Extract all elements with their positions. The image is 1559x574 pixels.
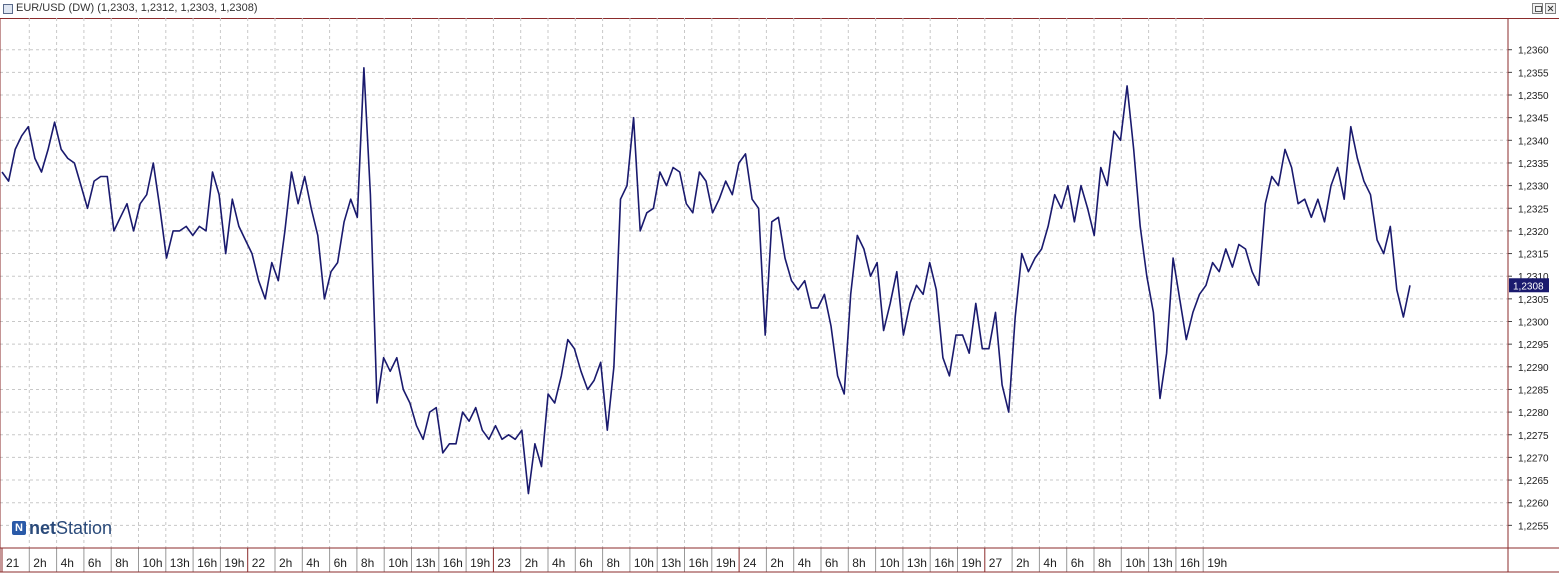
price-chart[interactable]: 1,2255 1,2260 1,2265 1,2270 1,2275 1,2280 1,22… <box>0 0 1559 574</box>
x-tick-label: 16h <box>689 556 709 570</box>
logo-text: netStation <box>29 518 112 539</box>
x-tick-label: 4h <box>798 556 811 570</box>
netstation-logo: N netStation <box>12 518 112 538</box>
y-tick-label: 1,2275 <box>1518 431 1549 442</box>
x-tick-label: 8h <box>115 556 128 570</box>
x-tick-label: 4h <box>552 556 565 570</box>
x-tick-label: 6h <box>334 556 347 570</box>
y-tick-label: 1,2335 <box>1518 159 1549 170</box>
y-tick-label: 1,2255 <box>1518 521 1549 532</box>
x-tick-label: 8h <box>361 556 374 570</box>
x-tick-label: 4h <box>1043 556 1056 570</box>
logo-station: Station <box>56 517 113 538</box>
x-tick-label: 4h <box>61 556 74 570</box>
x-tick-label: 10h <box>634 556 654 570</box>
y-tick-label: 1,2280 <box>1518 408 1549 419</box>
x-tick-label: 2h <box>33 556 46 570</box>
x-tick-label: 22 <box>252 556 266 570</box>
x-tick-label: 6h <box>88 556 101 570</box>
x-tick-label: 16h <box>934 556 954 570</box>
x-tick-label: 19h <box>470 556 490 570</box>
y-tick-label: 1,2305 <box>1518 295 1549 306</box>
chart-window: EUR/USD (DW) (1,2303, 1,2312, 1,2303, 1,… <box>0 0 1559 574</box>
x-tick-label: 23 <box>497 556 511 570</box>
x-tick-label: 19h <box>962 556 982 570</box>
logo-net: net <box>29 517 56 538</box>
x-tick-label: 13h <box>1153 556 1173 570</box>
x-tick-label: 2h <box>770 556 783 570</box>
y-tick-label: 1,2270 <box>1518 453 1549 464</box>
y-tick-label: 1,2360 <box>1518 46 1549 57</box>
x-tick-label: 16h <box>443 556 463 570</box>
x-tick-label: 13h <box>661 556 681 570</box>
x-tick-label: 21 <box>6 556 20 570</box>
x-tick-label: 19h <box>224 556 244 570</box>
x-tick-label: 6h <box>1071 556 1084 570</box>
y-tick-label: 1,2345 <box>1518 114 1549 125</box>
x-tick-label: 6h <box>825 556 838 570</box>
x-tick-label: 6h <box>579 556 592 570</box>
y-tick-label: 1,2295 <box>1518 340 1549 351</box>
x-tick-label: 13h <box>416 556 436 570</box>
x-tick-label: 2h <box>525 556 538 570</box>
y-tick-label: 1,2330 <box>1518 182 1549 193</box>
price-line <box>1 67 1411 495</box>
x-tick-label: 16h <box>197 556 217 570</box>
x-tick-label: 16h <box>1180 556 1200 570</box>
x-tick-label: 27 <box>989 556 1003 570</box>
y-tick-label: 1,2285 <box>1518 385 1549 396</box>
x-tick-label: 10h <box>388 556 408 570</box>
y-tick-label: 1,2300 <box>1518 318 1549 329</box>
x-tick-label: 19h <box>716 556 736 570</box>
x-tick-label: 4h <box>306 556 319 570</box>
y-tick-label: 1,2340 <box>1518 136 1549 147</box>
y-tick-label: 1,2350 <box>1518 91 1549 102</box>
current-price-label: 1,2308 <box>1513 281 1544 292</box>
y-tick-label: 1,2320 <box>1518 227 1549 238</box>
logo-icon: N <box>12 521 26 535</box>
x-tick-label: 2h <box>1016 556 1029 570</box>
x-tick-label: 13h <box>907 556 927 570</box>
x-tick-label: 8h <box>607 556 620 570</box>
y-tick-label: 1,2355 <box>1518 68 1549 79</box>
y-tick-label: 1,2325 <box>1518 204 1549 215</box>
y-tick-label: 1,2315 <box>1518 250 1549 261</box>
y-tick-label: 1,2290 <box>1518 363 1549 374</box>
y-tick-label: 1,2260 <box>1518 499 1549 510</box>
x-tick-label: 19h <box>1207 556 1227 570</box>
x-tick-label: 10h <box>880 556 900 570</box>
x-tick-label: 10h <box>143 556 163 570</box>
x-tick-label: 2h <box>279 556 292 570</box>
x-tick-label: 24 <box>743 556 757 570</box>
x-tick-label: 8h <box>1098 556 1111 570</box>
y-tick-label: 1,2265 <box>1518 476 1549 487</box>
x-tick-label: 13h <box>170 556 190 570</box>
x-tick-label: 10h <box>1125 556 1145 570</box>
x-tick-label: 8h <box>852 556 865 570</box>
